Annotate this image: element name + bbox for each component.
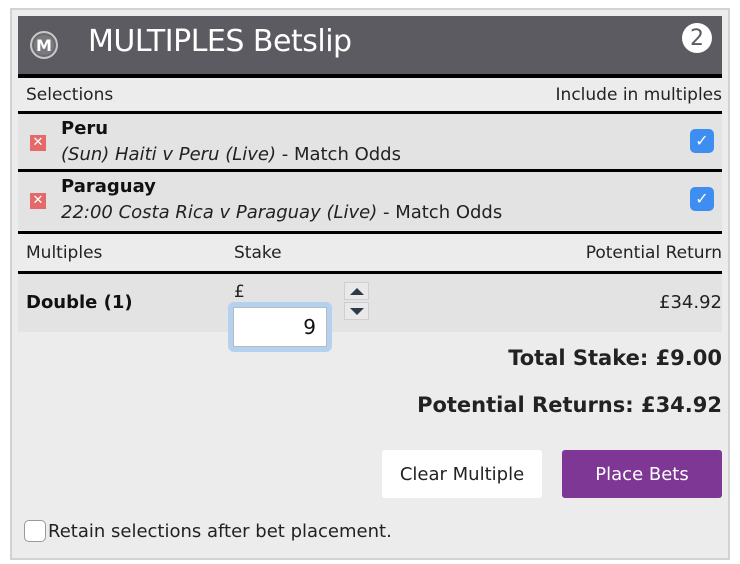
multiple-row: Double (1) £ £34.92 (18, 274, 722, 352)
selection-event: 22:00 Costa Rica v Paraguay (Live) (61, 202, 378, 223)
multiples-label: Multiples (26, 242, 103, 263)
selection-row: ✕ Peru (Sun) Haiti v Peru (Live) - Match… (18, 114, 722, 172)
arrow-up-icon (349, 287, 364, 295)
selection-count-badge: 2 (682, 23, 712, 53)
selection-description: (Sun) Haiti v Peru (Live) - Match Odds (61, 144, 401, 165)
selection-market: - Match Odds (276, 144, 401, 165)
selection-market: - Match Odds (377, 202, 503, 223)
stake-increment-button[interactable] (344, 282, 369, 300)
remove-selection-icon[interactable]: ✕ (30, 193, 46, 209)
retain-selections-option: Retain selections after bet placement. (24, 520, 392, 542)
stake-input-focus-ring (228, 302, 332, 352)
arrow-down-icon (349, 307, 364, 315)
selection-name: Peru (61, 118, 109, 139)
currency-symbol: £ (234, 282, 245, 302)
betslip-title: MULTIPLES Betslip (88, 24, 352, 59)
remove-selection-icon[interactable]: ✕ (30, 135, 46, 151)
potential-return-label: Potential Return (585, 242, 722, 263)
multiple-potential-return: £34.92 (659, 292, 722, 313)
selection-event: (Sun) Haiti v Peru (Live) (61, 144, 276, 165)
include-in-multiples-checkbox[interactable]: ✓ (690, 129, 714, 153)
multiples-logo-icon: M (30, 31, 58, 59)
include-in-multiples-checkbox[interactable]: ✓ (690, 187, 714, 211)
betslip-actions: Clear Multiple Place Bets (382, 450, 722, 498)
stake-label: Stake (234, 242, 282, 263)
include-in-multiples-label: Include in multiples (555, 84, 722, 105)
retain-selections-checkbox[interactable] (24, 520, 46, 542)
clear-multiple-button[interactable]: Clear Multiple (382, 450, 542, 498)
retain-selections-label: Retain selections after bet placement. (48, 520, 392, 542)
selections-label: Selections (26, 84, 114, 105)
betslip-frame: M MULTIPLES Betslip 2 Selections Include… (10, 8, 730, 560)
total-stake: Total Stake: £9.00 (508, 346, 722, 370)
multiples-header: Multiples Stake Potential Return (18, 234, 722, 274)
place-bets-button[interactable]: Place Bets (562, 450, 722, 498)
betslip-header: M MULTIPLES Betslip 2 (18, 16, 722, 78)
stake-stepper (344, 282, 370, 322)
multiple-name: Double (1) (26, 292, 133, 313)
selection-name: Paraguay (61, 176, 156, 197)
potential-returns-total: Potential Returns: £34.92 (417, 393, 722, 417)
selection-row: ✕ Paraguay 22:00 Costa Rica v Paraguay (… (18, 172, 722, 230)
selection-description: 22:00 Costa Rica v Paraguay (Live) - Mat… (61, 202, 502, 223)
selections-header: Selections Include in multiples (18, 78, 722, 114)
stake-input[interactable] (233, 307, 327, 347)
stake-decrement-button[interactable] (344, 302, 369, 320)
betslip-panel: M MULTIPLES Betslip 2 Selections Include… (18, 16, 722, 427)
